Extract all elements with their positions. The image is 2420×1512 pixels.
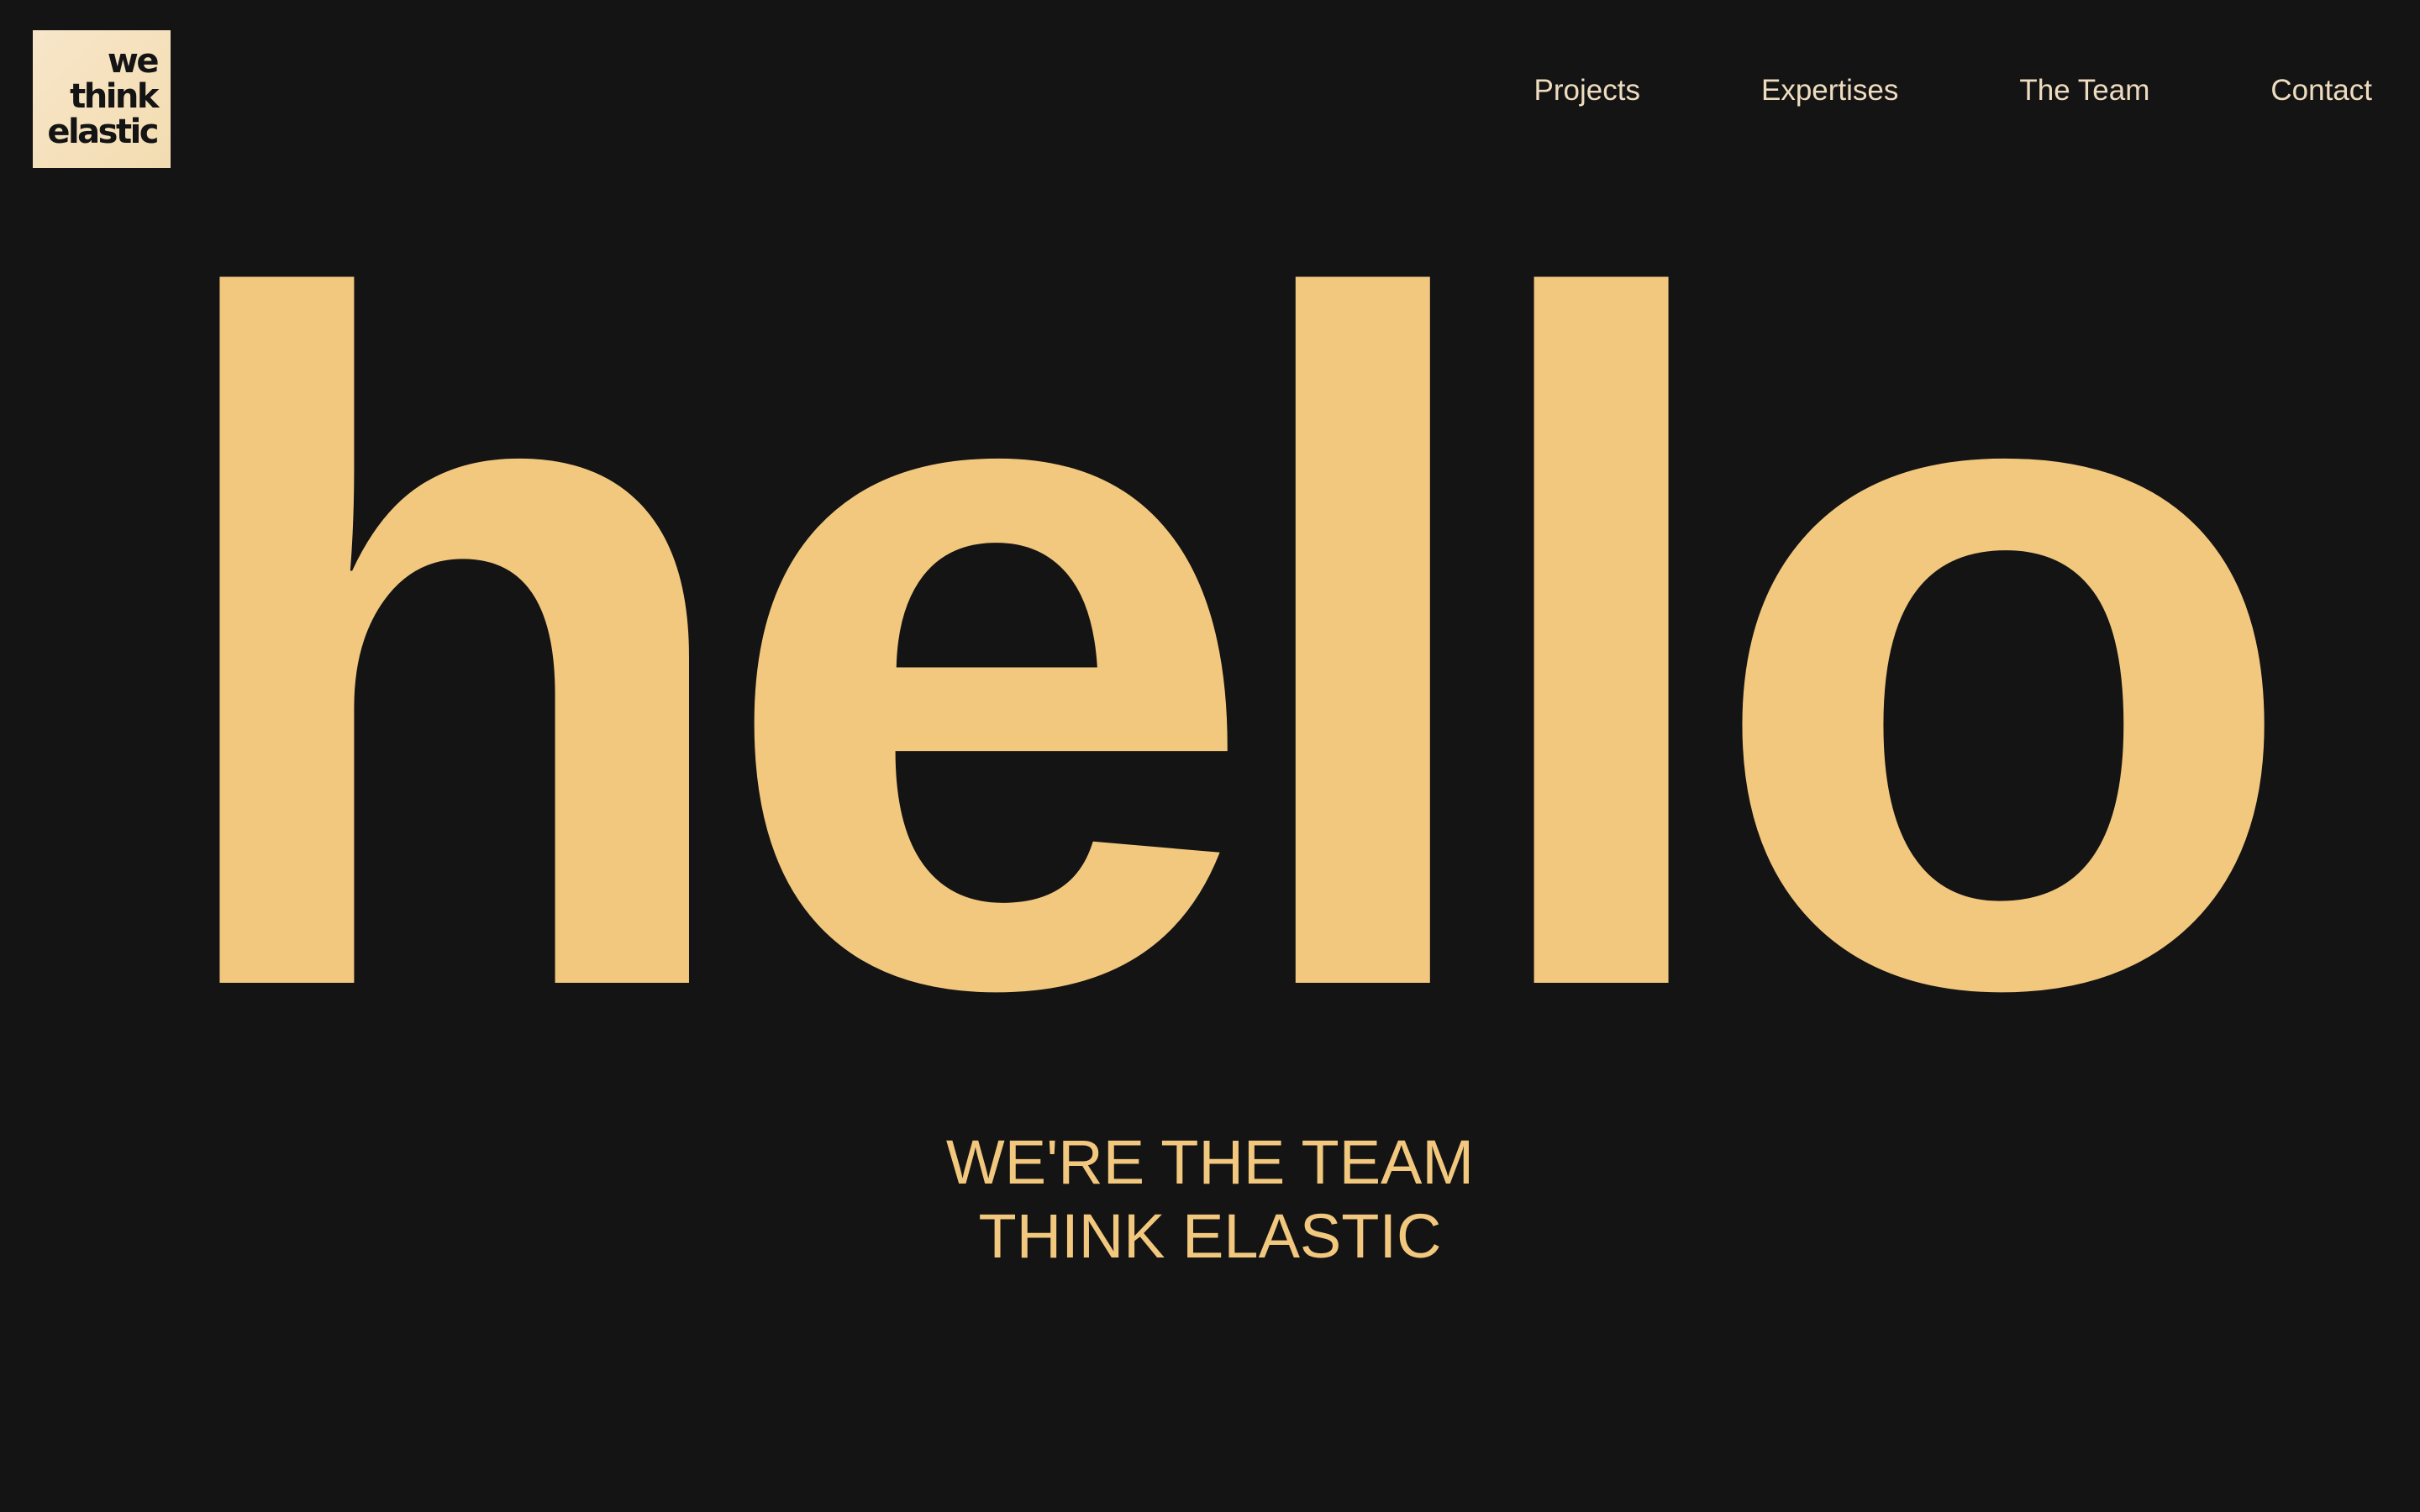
hero-headline-svg: hello — [151, 252, 2304, 1008]
nav-item-expertises[interactable]: Expertises — [1761, 71, 1898, 111]
logo-text-elastic: elastic — [47, 113, 159, 151]
tagline: WE'RE THE TEAM THINK ELASTIC — [0, 1126, 2420, 1273]
main-nav: Projects Expertises The Team Contact — [1534, 71, 2372, 111]
nav-item-projects[interactable]: Projects — [1534, 71, 1640, 111]
tagline-line-1: WE'RE THE TEAM — [945, 1127, 1475, 1197]
logo-text-think: think — [70, 77, 159, 116]
hero-headline: hello — [0, 252, 2420, 1008]
page: we think elastic Projects Expertises The… — [0, 0, 2420, 1512]
logo[interactable]: we think elastic — [33, 30, 171, 168]
nav-item-contact[interactable]: Contact — [2270, 71, 2372, 111]
hero-headline-text: hello — [151, 252, 2270, 1008]
tagline-line-2: THINK ELASTIC — [978, 1201, 1442, 1271]
logo-text-we: we — [107, 42, 160, 81]
nav-item-the-team[interactable]: The Team — [2019, 71, 2149, 111]
